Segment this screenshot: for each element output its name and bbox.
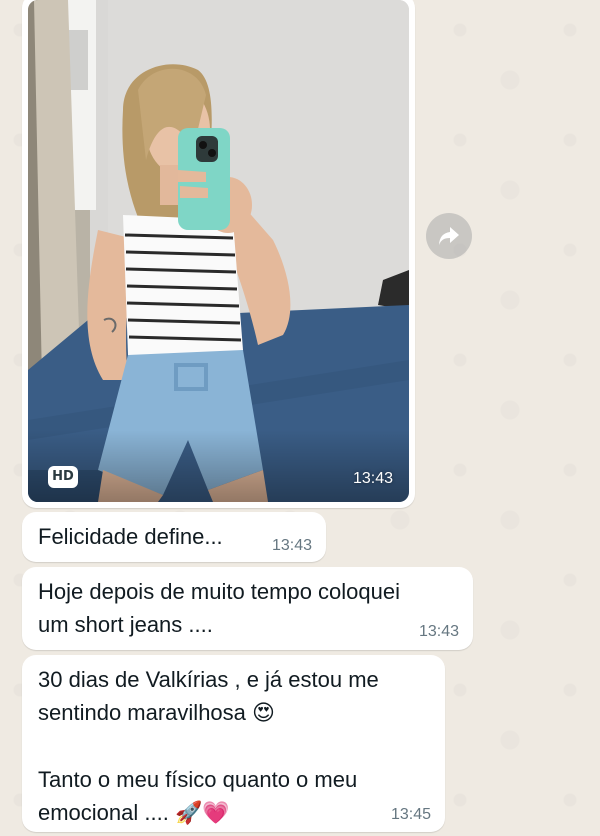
heart-eyes-emoji-icon: 😍 <box>252 701 275 726</box>
hd-badge: HD <box>48 466 78 488</box>
message-line: 30 dias de Valkírias , e já estou me <box>38 667 379 692</box>
rocket-heart-emoji-icon: 🚀💗 <box>174 801 230 826</box>
message-timestamp: 13:43 <box>271 537 312 554</box>
message-bubble[interactable]: Hoje depois de muito tempo coloquei um sh… <box>22 567 473 650</box>
message-line: Tanto o meu físico quanto o meu <box>38 767 358 792</box>
message-timestamp: 13:45 <box>390 806 431 823</box>
message-line: um short jeans .... <box>38 612 213 637</box>
image-message-bubble[interactable]: HD 13:43 <box>22 0 415 508</box>
message-bubble[interactable]: Felicidade define... 13:43 <box>22 512 326 562</box>
message-text: Felicidade define... <box>38 524 223 549</box>
message-line: sentindo maravilhosa <box>38 700 253 725</box>
message-line: emocional .... <box>38 800 175 825</box>
mirror-selfie-photo[interactable]: HD 13:43 <box>28 0 409 502</box>
forward-button[interactable] <box>426 213 472 259</box>
message-line: Hoje depois de muito tempo coloquei <box>38 579 401 604</box>
message-timestamp: 13:43 <box>418 623 459 640</box>
message-text: 30 dias de Valkírias , e já estou me sent… <box>38 663 379 830</box>
forward-arrow-icon <box>439 227 459 245</box>
message-text: Hoje depois de muito tempo coloquei um sh… <box>38 575 400 641</box>
message-bubble[interactable]: 30 dias de Valkírias , e já estou me sent… <box>22 655 445 832</box>
image-timestamp: 13:43 <box>352 470 393 487</box>
